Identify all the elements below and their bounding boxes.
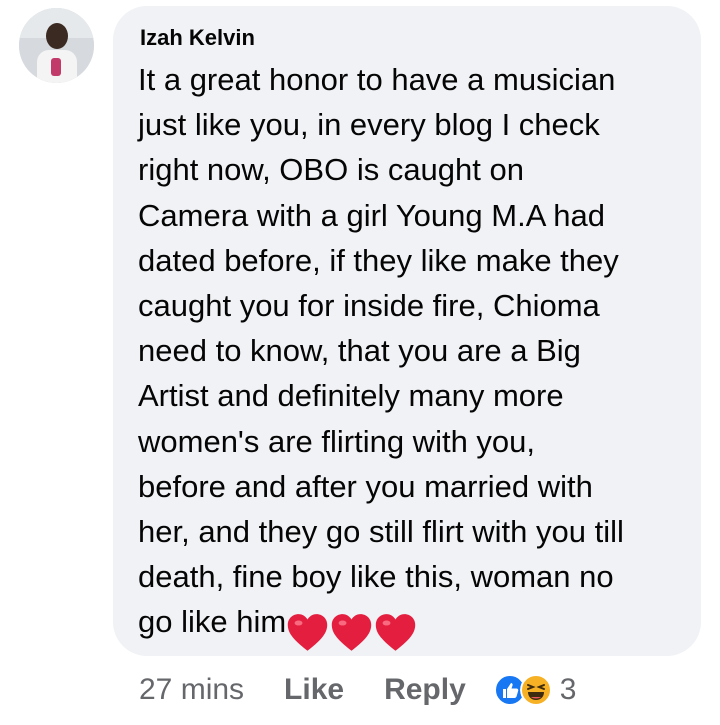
comment-author[interactable]: Izah Kelvin (140, 25, 255, 51)
comment-line: go like him (138, 604, 287, 640)
comment-line: before and after you married with (138, 468, 593, 504)
comment-line: just like you, in every blog I check (138, 107, 600, 143)
heart-icon (331, 614, 372, 652)
heart-icon (375, 614, 416, 652)
comment-line: death, fine boy like this, woman no (138, 559, 614, 595)
reply-button[interactable]: Reply (384, 673, 466, 707)
comment-body: It a great honor to have a musician just… (138, 57, 698, 653)
comment-line: It a great honor to have a musician (138, 62, 616, 97)
comment-line: right now, OBO is caught on (138, 152, 524, 188)
comment-line: Artist and definitely many more (138, 378, 564, 414)
comment-actions: 27 mins Like Reply 3 (139, 673, 576, 707)
comment-line: Camera with a girl Young M.A had (138, 197, 605, 233)
comment-line: women's are flirting with you, (138, 423, 536, 459)
comment-line: caught you for inside fire, Chioma (138, 288, 600, 324)
heart-emoji-group (286, 607, 418, 652)
avatar[interactable] (19, 8, 94, 83)
comment-line: need to know, that you are a Big (138, 333, 581, 369)
reaction-summary[interactable]: 3 (493, 673, 577, 707)
comment-line: dated before, if they like make they (138, 242, 619, 278)
haha-reaction-icon (519, 674, 552, 706)
heart-icon (287, 614, 328, 652)
comment-line: her, and they go still flirt with you ti… (138, 514, 624, 550)
timestamp[interactable]: 27 mins (139, 673, 244, 707)
like-button[interactable]: Like (284, 673, 344, 707)
reaction-count: 3 (559, 673, 577, 706)
